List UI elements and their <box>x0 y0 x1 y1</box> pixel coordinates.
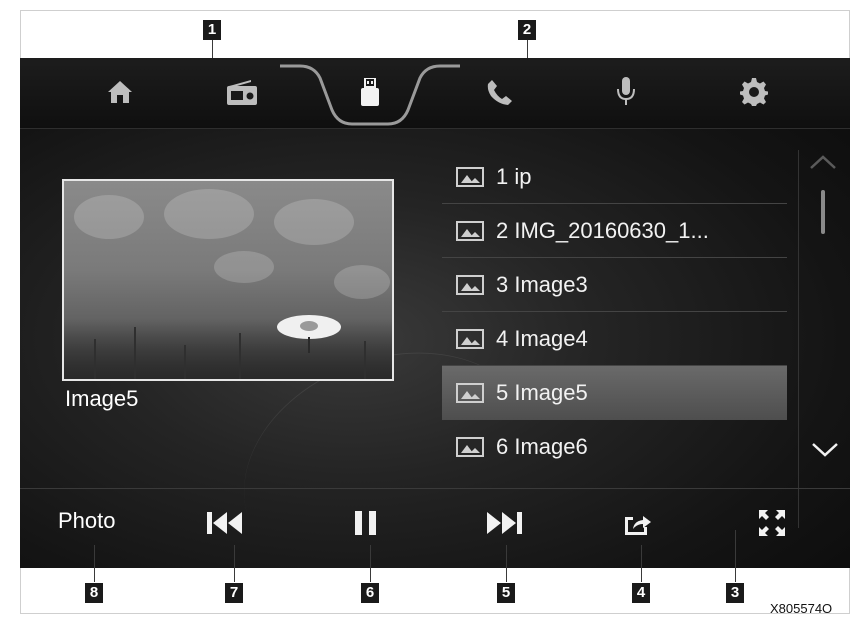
microphone-icon <box>617 77 635 105</box>
part-code: X805574O <box>770 601 833 616</box>
preview-grass <box>184 345 186 379</box>
bottom-control-bar <box>20 488 850 568</box>
callout-6-leader <box>370 545 371 582</box>
preview-bokeh <box>164 189 254 239</box>
tab-phone[interactable] <box>478 70 522 114</box>
preview-grass <box>239 333 241 379</box>
list-item-label: 2 IMG_20160630_1... <box>496 217 709 243</box>
preview-grass <box>94 339 96 379</box>
tab-home[interactable] <box>98 70 142 114</box>
callout-7: 7 <box>225 583 243 603</box>
callout-4: 4 <box>632 583 650 603</box>
callout-5: 5 <box>497 583 515 603</box>
pause-button[interactable] <box>346 505 386 541</box>
preview-bokeh <box>274 199 354 245</box>
previous-button[interactable] <box>200 505 250 541</box>
callout-8: 8 <box>85 583 103 603</box>
share-icon <box>625 516 651 535</box>
previous-icon <box>207 512 242 534</box>
usb-icon <box>361 78 379 106</box>
list-item[interactable]: 1 ip <box>442 150 787 204</box>
preview-bokeh <box>74 195 144 239</box>
list-item[interactable]: 4 Image4 <box>442 312 787 366</box>
list-item[interactable]: 6 Image6 <box>442 420 787 474</box>
photo-file-list: 1 ip 2 IMG_20160630_1... 3 Image3 4 Imag… <box>442 150 787 528</box>
image-file-icon <box>456 328 484 349</box>
settings-gear-icon <box>740 78 768 106</box>
tab-usb[interactable] <box>280 58 460 130</box>
infotainment-screen: Image5 1 ip 2 IMG_20160630_1... 3 Image3… <box>20 58 850 568</box>
fullscreen-icon <box>759 510 785 536</box>
mode-label: Photo <box>58 508 116 533</box>
list-item[interactable]: 2 IMG_20160630_1... <box>442 204 787 258</box>
callout-5-leader <box>506 545 507 582</box>
scroll-up-icon[interactable] <box>809 154 837 170</box>
list-item-label: 4 Image4 <box>496 325 588 351</box>
callout-6: 6 <box>361 583 379 603</box>
scrollbar-thumb[interactable] <box>821 190 825 234</box>
preview-grass <box>364 341 366 379</box>
list-item-label: 5 Image5 <box>496 380 588 405</box>
callout-8-leader <box>94 545 95 582</box>
image-file-icon <box>456 437 484 457</box>
list-item-label: 6 Image6 <box>496 434 588 459</box>
image-file-icon <box>456 220 484 241</box>
phone-icon <box>487 80 512 105</box>
callout-1: 1 <box>203 20 221 40</box>
list-item-selected[interactable]: 5 Image5 <box>442 366 787 420</box>
radio-icon <box>227 80 257 105</box>
list-item-label: 3 Image3 <box>496 271 588 297</box>
photo-preview[interactable] <box>62 179 394 381</box>
image-file-icon <box>456 166 484 187</box>
callout-7-leader <box>234 545 235 582</box>
preview-caption: Image5 <box>65 386 139 411</box>
daisy-flower <box>277 315 341 353</box>
next-button[interactable] <box>480 505 530 541</box>
callout-4-leader <box>641 545 642 582</box>
tab-radio[interactable] <box>220 70 264 114</box>
top-navigation-bar <box>20 58 850 129</box>
callout-3: 3 <box>726 583 744 603</box>
pause-icon <box>355 511 376 535</box>
list-item[interactable]: 3 Image3 <box>442 258 787 312</box>
next-icon <box>487 512 522 534</box>
fullscreen-button[interactable] <box>752 505 792 541</box>
image-file-icon <box>456 383 484 403</box>
tab-voice[interactable] <box>604 70 648 114</box>
preview-bokeh <box>214 251 274 283</box>
share-button[interactable] <box>618 505 658 541</box>
callout-2: 2 <box>518 20 536 40</box>
list-scrollbar[interactable] <box>798 150 849 528</box>
scroll-down-icon[interactable] <box>811 442 839 458</box>
callout-3-leader <box>735 530 736 582</box>
tab-settings[interactable] <box>732 70 776 114</box>
home-icon <box>108 81 132 103</box>
image-file-icon <box>456 274 484 295</box>
preview-bokeh <box>334 265 390 299</box>
list-item-label: 1 ip <box>496 163 532 189</box>
preview-grass <box>134 327 136 379</box>
